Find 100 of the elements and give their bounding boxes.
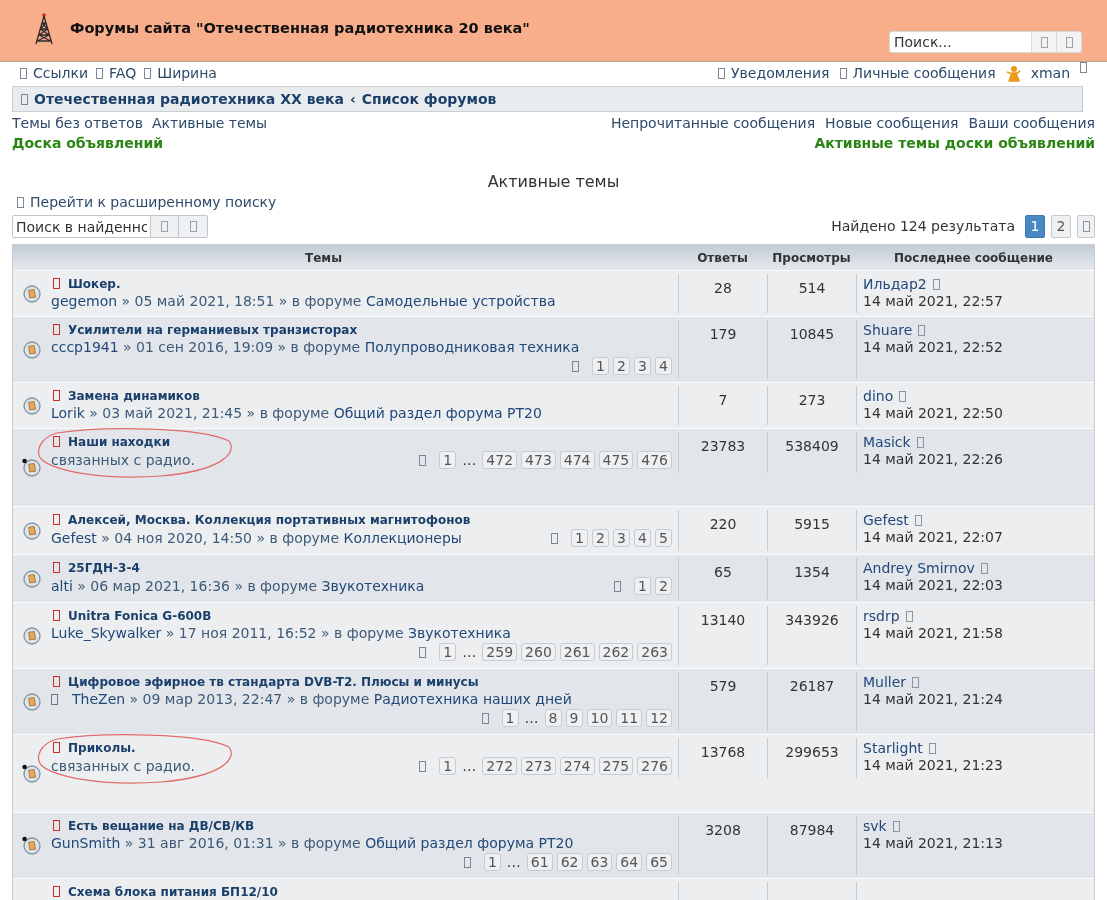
search-button[interactable] — [151, 215, 179, 238]
page-link[interactable]: 61 — [526, 853, 553, 871]
page-link[interactable]: 2 — [592, 529, 609, 547]
breadcrumb-link[interactable]: Отечественная радиотехника XX века — [34, 88, 344, 110]
quick-link[interactable]: Темы без ответов — [12, 112, 143, 134]
page-link[interactable]: 476 — [637, 451, 672, 469]
topic-title[interactable]: Наши находки — [68, 435, 171, 448]
forum-link[interactable]: Общий раздел форума РТ20 — [365, 835, 574, 851]
author-link[interactable]: gegemon — [51, 293, 118, 309]
author-link[interactable]: TheZen — [72, 691, 126, 707]
page-link[interactable]: 272 — [482, 757, 518, 775]
settings-button[interactable] — [179, 215, 208, 238]
topic-title[interactable]: 25ГДН-3-4 — [68, 561, 140, 574]
page-link[interactable]: 259 — [482, 643, 518, 661]
forum-link[interactable]: Полупроводниковая техника — [364, 339, 580, 355]
page-link[interactable]: 62 — [556, 853, 583, 871]
search-results-field[interactable]: Поиск в найденнс — [12, 215, 151, 238]
forum-link[interactable]: Самодельные устройства — [365, 293, 556, 309]
topic-title[interactable]: Приколы. — [68, 741, 136, 754]
page-link[interactable]: 1 — [439, 757, 457, 775]
page-link[interactable]: 2 — [613, 357, 630, 375]
last-post-author[interactable]: Gefest — [863, 512, 909, 529]
last-post-author[interactable]: dino — [863, 388, 894, 405]
page-link[interactable]: 1 — [634, 577, 651, 595]
nav-link[interactable]: Ширина — [144, 63, 217, 84]
topic-title[interactable]: Unitra Fonica G-600B — [68, 609, 212, 622]
nav-link[interactable]: Личные сообщения — [839, 63, 996, 84]
quick-link[interactable]: Ваши сообщения — [968, 112, 1095, 134]
forum-link[interactable]: Общий раздел форума РТ20 — [333, 405, 542, 421]
page-link[interactable]: 12 — [646, 709, 672, 727]
page-link[interactable]: 260 — [521, 643, 556, 661]
last-post-author[interactable]: Starlight — [863, 740, 923, 757]
page-link[interactable]: 4 — [655, 357, 672, 375]
page-link[interactable]: 1 — [439, 451, 457, 469]
nav-link[interactable]: Ссылки — [20, 63, 89, 84]
last-post-author[interactable]: svk — [863, 818, 887, 835]
page-link[interactable]: 2 — [655, 577, 672, 595]
page-link[interactable]: 274 — [559, 757, 595, 775]
last-post-author[interactable]: rsdrp — [863, 608, 900, 625]
topic-title[interactable]: Шокер. — [68, 277, 121, 290]
page-link[interactable]: 262 — [598, 643, 634, 661]
forum-link[interactable]: Звукотехника — [321, 578, 425, 594]
page-link[interactable]: 273 — [521, 757, 556, 775]
topic-title[interactable]: Цифровое эфирное тв стандарта DVB-T2. Плюсы и минусы — [68, 675, 479, 688]
page-link[interactable]: 4 — [634, 529, 651, 547]
page-link[interactable]: 261 — [559, 643, 595, 661]
topic-title[interactable]: Алексей, Москва. Коллекция портативных магнитофонов — [68, 513, 471, 526]
page-button[interactable]: 2 — [1051, 215, 1071, 238]
search-field[interactable]: Поиск... — [889, 31, 1032, 53]
forum-link[interactable]: Радиотехника наших дней — [373, 691, 572, 707]
last-post-author[interactable]: Shuare — [863, 322, 913, 339]
topic-title[interactable]: Схема блока питания БП12/10 — [68, 885, 278, 898]
page-link[interactable]: 1 — [592, 357, 609, 375]
next-page-button[interactable] — [1077, 215, 1095, 238]
page-link[interactable]: 1 — [501, 709, 519, 727]
advanced-search-link[interactable]: Перейти к расширенному поиску — [17, 191, 277, 213]
last-post-author[interactable]: Masick — [863, 434, 911, 451]
breadcrumb-link[interactable]: Список форумов — [361, 88, 497, 110]
last-post-author[interactable]: Muller — [863, 674, 907, 691]
last-post-author[interactable]: Ильдар2 — [863, 276, 927, 293]
page-link[interactable]: 63 — [586, 853, 613, 871]
author-link[interactable]: Luke_Skywalker — [51, 625, 162, 641]
page-link[interactable]: 276 — [637, 757, 672, 775]
page-link[interactable]: 8 — [544, 709, 562, 727]
author-link[interactable]: cccp1941 — [51, 339, 119, 355]
author-link[interactable]: alti — [51, 578, 73, 594]
page-link[interactable]: 475 — [598, 451, 634, 469]
author-link[interactable]: Lorik — [51, 405, 85, 421]
topic-title[interactable]: Есть вещание на ДВ/СВ/КВ — [68, 819, 255, 832]
page-link[interactable]: 3 — [613, 529, 630, 547]
settings-button[interactable] — [1057, 31, 1082, 53]
user-menu-link[interactable]: xman — [1030, 63, 1070, 84]
nav-link[interactable]: Уведомления — [718, 63, 830, 84]
page-link[interactable]: 263 — [637, 643, 672, 661]
board-link[interactable]: Доска объявлений — [12, 132, 163, 154]
author-link[interactable]: GunSmith — [51, 835, 121, 851]
quick-link[interactable]: Непрочитанные сообщения — [610, 112, 816, 134]
page-link[interactable]: 9 — [565, 709, 583, 727]
quick-link[interactable]: Активные темы — [151, 112, 268, 134]
board-link[interactable]: Активные темы доски объявлений — [814, 132, 1095, 154]
forum-link[interactable]: Коллекционеры — [343, 530, 462, 546]
page-link[interactable]: 64 — [616, 853, 643, 871]
page-link[interactable]: 11 — [616, 709, 643, 727]
page-link[interactable]: 472 — [482, 451, 518, 469]
page-link[interactable]: 5 — [655, 529, 672, 547]
page-link[interactable]: 275 — [598, 757, 634, 775]
topic-title[interactable]: Усилители на германиевых транзисторах — [68, 323, 358, 336]
topic-title[interactable]: Замена динамиков — [68, 389, 200, 402]
page-link[interactable]: 1 — [571, 529, 588, 547]
page-link[interactable]: 10 — [586, 709, 613, 727]
search-button[interactable] — [1032, 31, 1057, 53]
page-button[interactable]: 1 — [1025, 215, 1045, 238]
nav-link[interactable]: FAQ — [96, 63, 137, 84]
page-link[interactable]: 1 — [483, 853, 501, 871]
page-link[interactable]: 65 — [646, 853, 672, 871]
page-link[interactable]: 474 — [559, 451, 595, 469]
page-link[interactable]: 1 — [439, 643, 457, 661]
page-link[interactable]: 3 — [634, 357, 651, 375]
last-post-author[interactable]: Andrey Smirnov — [863, 560, 975, 577]
forum-link[interactable]: Звукотехника — [408, 625, 511, 641]
